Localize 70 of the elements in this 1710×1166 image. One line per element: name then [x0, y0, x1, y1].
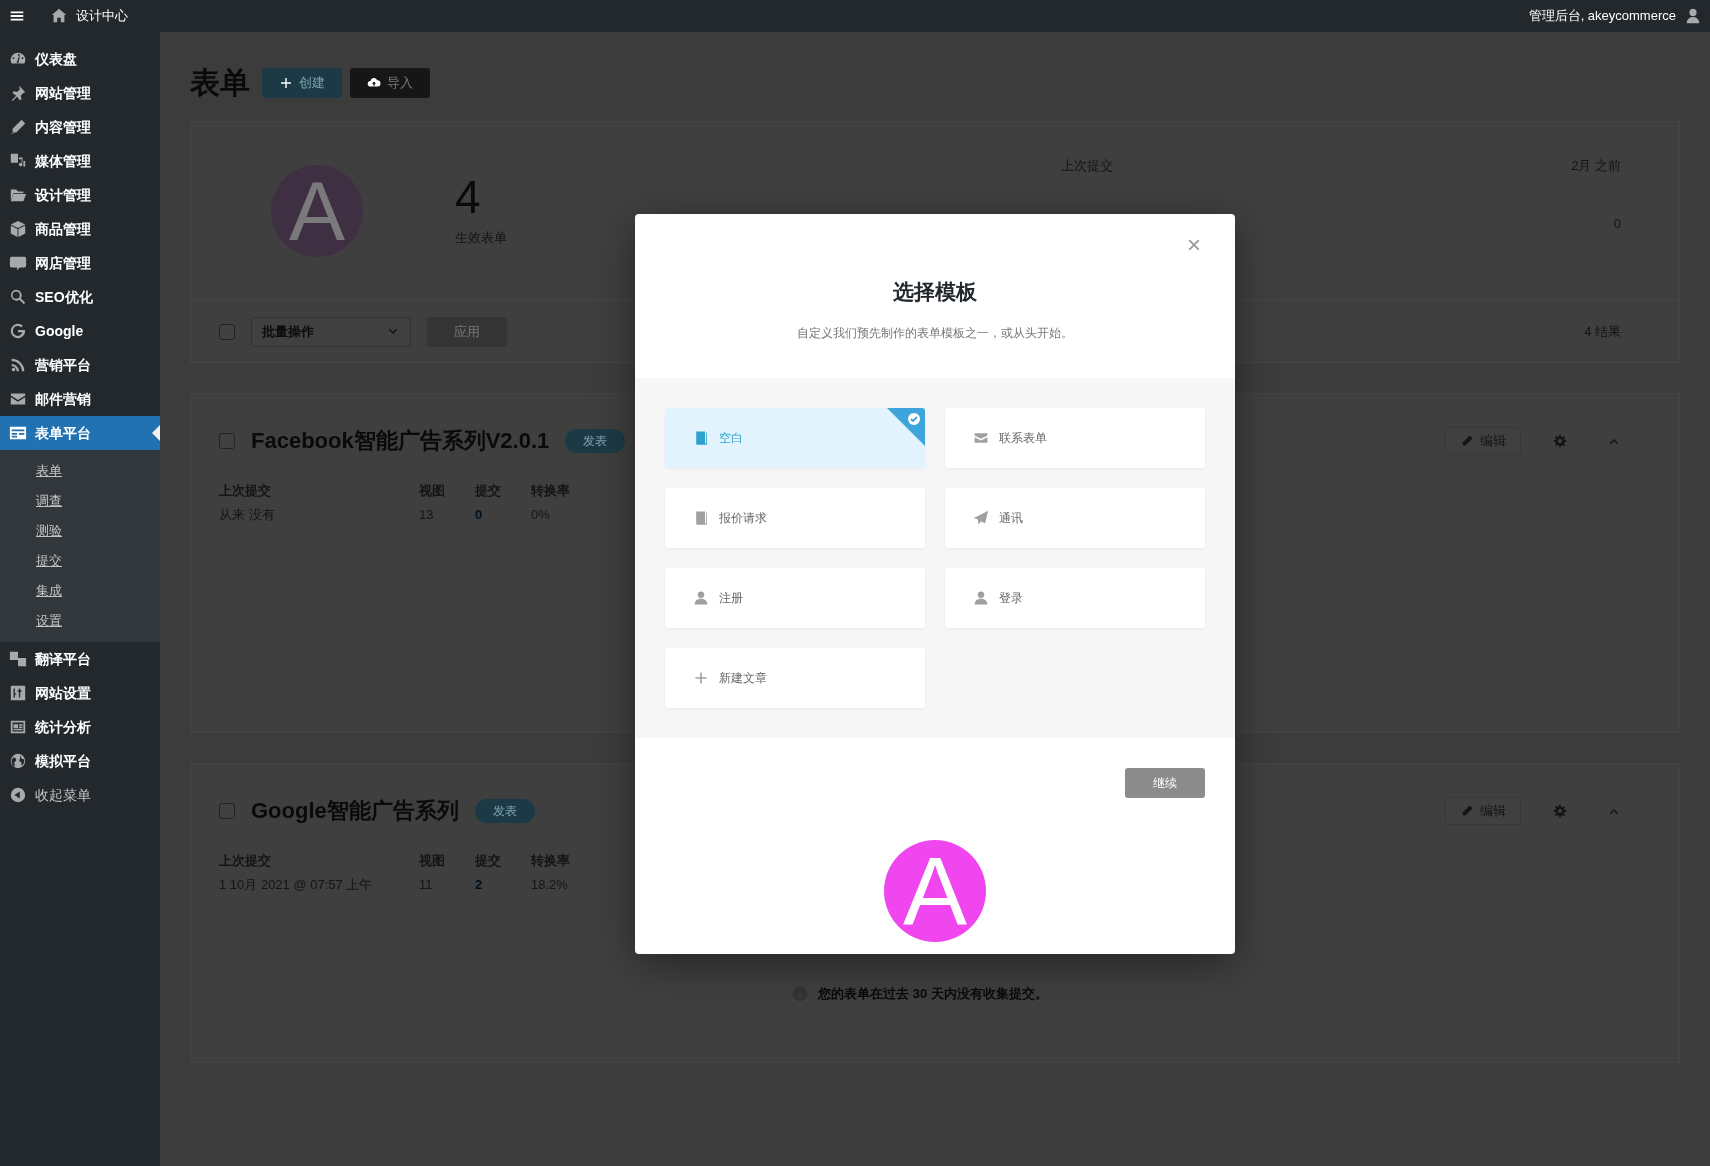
plus-icon — [279, 75, 293, 90]
book-icon — [693, 509, 709, 526]
globe-icon — [9, 752, 27, 770]
back-arrow-icon — [9, 786, 27, 804]
home-icon[interactable] — [50, 7, 68, 25]
settings-icon[interactable] — [1553, 433, 1567, 448]
pencil-icon — [1460, 433, 1474, 448]
pointer-icon — [152, 425, 160, 441]
pencil-icon — [1460, 803, 1474, 818]
search-icon — [9, 288, 27, 306]
submenu-item[interactable]: 调查 — [0, 486, 160, 516]
sidebar-item[interactable]: 商品管理 — [0, 212, 160, 246]
chart-icon — [9, 718, 27, 736]
pencil-icon — [9, 118, 27, 136]
dialog-subtitle: 自定义我们预先制作的表单模板之一，或从头开始。 — [796, 324, 1074, 342]
sidebar-item[interactable]: 表单平台 — [0, 416, 160, 450]
submenu-item[interactable]: 测验 — [0, 516, 160, 546]
user-greeting[interactable]: 管理后台, akeycommerce — [1528, 6, 1676, 26]
book-icon — [693, 429, 709, 446]
create-button[interactable]: 创建 — [262, 67, 342, 98]
template-option[interactable]: 新建文章 — [665, 647, 925, 708]
sidebar-item[interactable]: 网站设置 — [0, 676, 160, 710]
speech-bubble-icon — [9, 254, 27, 272]
submenu-item[interactable]: 集成 — [0, 576, 160, 606]
status-badge: 发表 — [474, 798, 535, 823]
sidebar-item[interactable]: 网站管理 — [0, 76, 160, 110]
sidebar-item[interactable]: 网店管理 — [0, 246, 160, 280]
sidebar-item[interactable]: Google — [0, 314, 160, 348]
user-icon[interactable] — [1684, 7, 1702, 25]
import-button[interactable]: 导入 — [350, 67, 430, 98]
submenu-item[interactable]: 设置 — [0, 606, 160, 636]
template-option[interactable]: 注册 — [665, 567, 925, 628]
paper-plane-icon — [973, 509, 989, 526]
sidebar-item[interactable]: 媒体管理 — [0, 144, 160, 178]
sidebar-item[interactable]: 仪表盘 — [0, 42, 160, 76]
submenu-item[interactable]: 表单 — [0, 456, 160, 486]
sidebar-item[interactable]: 翻译平台 — [0, 642, 160, 676]
form-icon — [9, 424, 27, 442]
selected-check-icon — [887, 407, 925, 446]
dialog-title: 选择模板 — [892, 279, 978, 305]
settings-icon[interactable] — [1553, 803, 1567, 818]
sidebar-item[interactable]: 模拟平台 — [0, 744, 160, 778]
template-option[interactable]: 报价请求 — [665, 487, 925, 548]
sidebar-item[interactable]: 设计管理 — [0, 178, 160, 212]
cloud-icon — [367, 75, 381, 90]
sidebar-item[interactable]: 收起菜单 — [0, 778, 160, 812]
status-badge: 发表 — [565, 428, 626, 453]
site-link[interactable]: 设计中心 — [76, 6, 128, 26]
select-all-checkbox[interactable] — [219, 323, 235, 340]
plus-icon — [693, 669, 709, 686]
template-option[interactable]: 通讯 — [945, 487, 1205, 548]
form-checkbox[interactable] — [219, 802, 235, 819]
sidebar-item[interactable]: 邮件营销 — [0, 382, 160, 416]
sidebar-item[interactable]: SEO优化 — [0, 280, 160, 314]
submenu-item[interactable]: 提交 — [0, 546, 160, 576]
sidebar-item[interactable]: 内容管理 — [0, 110, 160, 144]
logo: A — [271, 165, 363, 257]
pin-icon — [9, 84, 27, 102]
form-checkbox[interactable] — [219, 432, 235, 449]
sidebar-item[interactable]: 统计分析 — [0, 710, 160, 744]
rss-icon — [9, 356, 27, 374]
user-icon — [973, 589, 989, 606]
sliders-icon — [9, 684, 27, 702]
logo: A — [884, 839, 986, 942]
g-letter-icon — [9, 322, 27, 340]
user-icon — [693, 589, 709, 606]
box-icon — [9, 220, 27, 238]
template-option[interactable]: 联系表单 — [945, 407, 1205, 468]
sidebar-item[interactable]: 营销平台 — [0, 348, 160, 382]
template-option[interactable]: 登录 — [945, 567, 1205, 628]
